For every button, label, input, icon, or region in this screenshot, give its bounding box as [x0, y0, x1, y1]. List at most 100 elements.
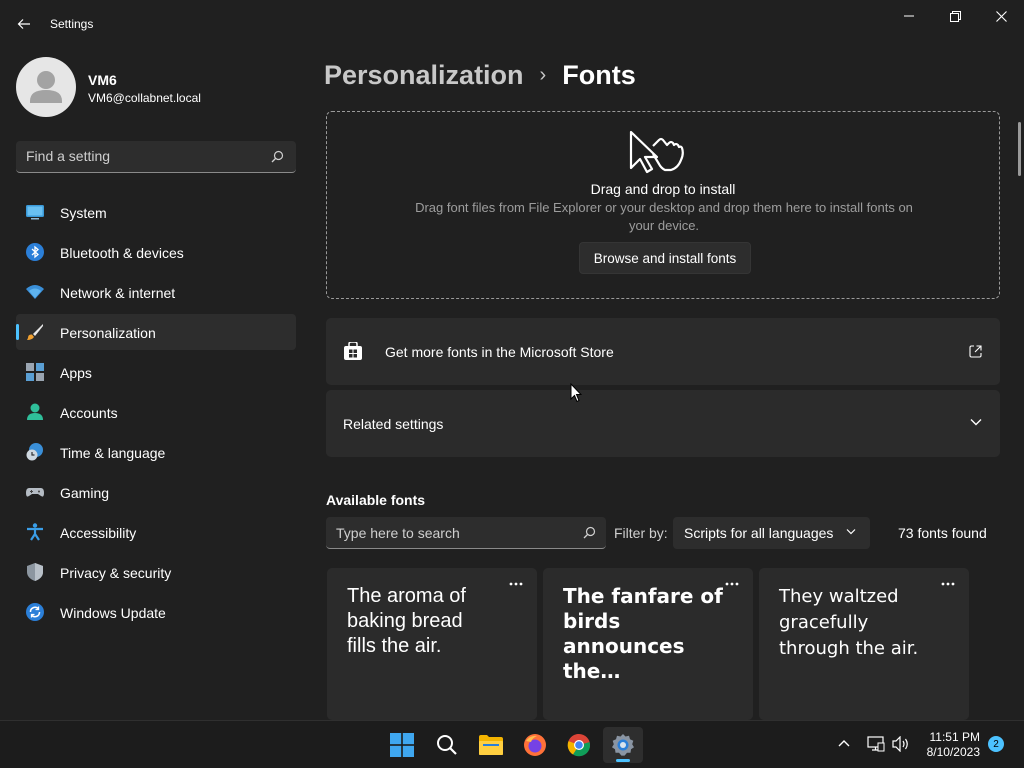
notification-badge[interactable]: 2 [988, 736, 1004, 752]
store-link-label: Get more fonts in the Microsoft Store [385, 344, 614, 360]
script-filter-dropdown[interactable]: Scripts for all languages [673, 517, 870, 549]
scrollbar-thumb[interactable] [1018, 122, 1021, 176]
external-link-icon [969, 345, 982, 358]
sidebar-item-label: Personalization [60, 325, 156, 341]
windows-start-icon [390, 733, 414, 757]
back-button[interactable] [10, 10, 38, 38]
minimize-button[interactable] [886, 0, 932, 32]
more-options-icon[interactable] [941, 582, 955, 586]
clock-time: 11:51 PM [929, 730, 980, 744]
title-bar: Settings [0, 0, 1024, 48]
filter-label: Filter by: [614, 525, 668, 541]
sidebar-item-accounts[interactable]: Accounts [16, 394, 296, 430]
globe-clock-icon [26, 443, 43, 461]
search-icon[interactable] [583, 526, 596, 539]
sidebar-item-accessibility[interactable]: Accessibility [16, 514, 296, 550]
sidebar-item-label: Privacy & security [60, 565, 172, 581]
sidebar-item-label: Accessibility [60, 525, 137, 541]
font-drop-zone[interactable]: Drag and drop to install Drag font files… [326, 111, 1000, 299]
sidebar-item-label: Apps [60, 365, 92, 381]
search-icon[interactable] [271, 150, 284, 163]
gamepad-icon [26, 488, 44, 497]
settings-icon [612, 734, 634, 756]
taskbar-chrome[interactable] [559, 727, 599, 763]
update-icon [26, 603, 44, 621]
brush-icon [27, 324, 43, 340]
available-fonts-heading: Available fonts [326, 492, 426, 508]
store-icon [344, 342, 362, 360]
font-sample-text: The aroma of baking bread fills the air. [347, 585, 466, 657]
browse-install-fonts-button[interactable]: Browse and install fonts [579, 242, 751, 274]
sidebar-item-time-language[interactable]: Time & language [16, 434, 296, 470]
search-input[interactable] [26, 148, 266, 164]
sidebar-item-label: Gaming [60, 485, 110, 501]
taskbar-file-explorer[interactable] [471, 727, 511, 763]
active-app-indicator [616, 759, 630, 762]
taskbar-firefox[interactable] [515, 727, 555, 763]
font-card[interactable]: The fanfare of birds announces the… [543, 568, 753, 720]
sidebar-item-label: Accounts [60, 405, 118, 421]
search-icon [437, 735, 457, 755]
sidebar-item-system[interactable]: System [16, 194, 296, 230]
font-search-input[interactable] [336, 525, 576, 541]
restore-button[interactable] [932, 0, 978, 32]
taskbar-settings[interactable] [603, 727, 643, 763]
file-explorer-icon [479, 735, 503, 755]
sidebar-item-bluetooth[interactable]: Bluetooth & devices [16, 234, 296, 270]
network-icon[interactable] [867, 736, 885, 752]
back-arrow-icon [17, 19, 30, 29]
clock-date: 8/10/2023 [926, 745, 980, 759]
font-search-box[interactable] [326, 517, 606, 549]
sidebar-item-label: Bluetooth & devices [60, 245, 184, 261]
font-sample-text: The fanfare of birds announces the… [563, 584, 723, 683]
page-title: Fonts [562, 60, 636, 90]
sidebar-item-gaming[interactable]: Gaming [16, 474, 296, 510]
more-options-icon[interactable] [509, 582, 523, 586]
volume-icon[interactable] [892, 736, 910, 752]
restore-icon [949, 10, 961, 22]
system-clock[interactable]: 11:51 PM 8/10/2023 [918, 730, 980, 760]
wifi-icon [26, 285, 44, 299]
system-icon [26, 205, 44, 220]
sidebar-item-label: Time & language [60, 445, 166, 461]
user-name: VM6 [88, 72, 117, 88]
taskbar-search-button[interactable] [427, 727, 467, 763]
font-sample-text: They waltzed gracefully through the air. [779, 586, 919, 659]
accessibility-icon [27, 523, 43, 541]
accounts-icon [27, 403, 43, 420]
font-card[interactable]: They waltzed gracefully through the air. [759, 568, 969, 720]
app-title: Settings [50, 17, 94, 31]
drop-zone-description: Drag font files from File Explorer or yo… [415, 200, 913, 233]
related-settings-label: Related settings [343, 416, 444, 432]
sidebar-item-apps[interactable]: Apps [16, 354, 296, 390]
sidebar-item-personalization[interactable]: Personalization [16, 314, 296, 350]
avatar[interactable] [16, 57, 76, 117]
start-button[interactable] [382, 727, 422, 763]
breadcrumb-parent[interactable]: Personalization [324, 60, 524, 91]
sidebar-item-label: Network & internet [60, 285, 176, 301]
chevron-up-icon[interactable] [838, 739, 850, 747]
filter-selected-value: Scripts for all languages [684, 525, 834, 541]
mouse-cursor-icon [570, 383, 582, 403]
related-settings-expander[interactable]: Related settings [326, 390, 1000, 457]
sidebar-item-label: System [60, 205, 107, 221]
font-card[interactable]: The aroma of baking bread fills the air. [327, 568, 537, 720]
sidebar-item-network[interactable]: Network & internet [16, 274, 296, 310]
breadcrumb: Personalization › Fonts [324, 60, 636, 91]
more-options-icon[interactable] [725, 582, 739, 586]
drag-drop-icon [629, 130, 684, 174]
firefox-icon [524, 734, 546, 756]
close-icon [995, 10, 1007, 22]
settings-search[interactable] [16, 141, 296, 173]
user-icon [30, 71, 62, 103]
sidebar-item-label: Windows Update [60, 605, 166, 621]
sidebar-nav: System Bluetooth & devices Network & int… [16, 194, 296, 634]
microsoft-store-fonts-link[interactable]: Get more fonts in the Microsoft Store [326, 318, 1000, 385]
apps-icon [26, 363, 44, 381]
sidebar-item-privacy[interactable]: Privacy & security [16, 554, 296, 590]
user-email: VM6@collabnet.local [88, 91, 201, 105]
sidebar-item-windows-update[interactable]: Windows Update [16, 594, 296, 630]
chevron-down-icon [846, 529, 856, 535]
chrome-icon [567, 733, 591, 757]
close-button[interactable] [978, 0, 1024, 32]
